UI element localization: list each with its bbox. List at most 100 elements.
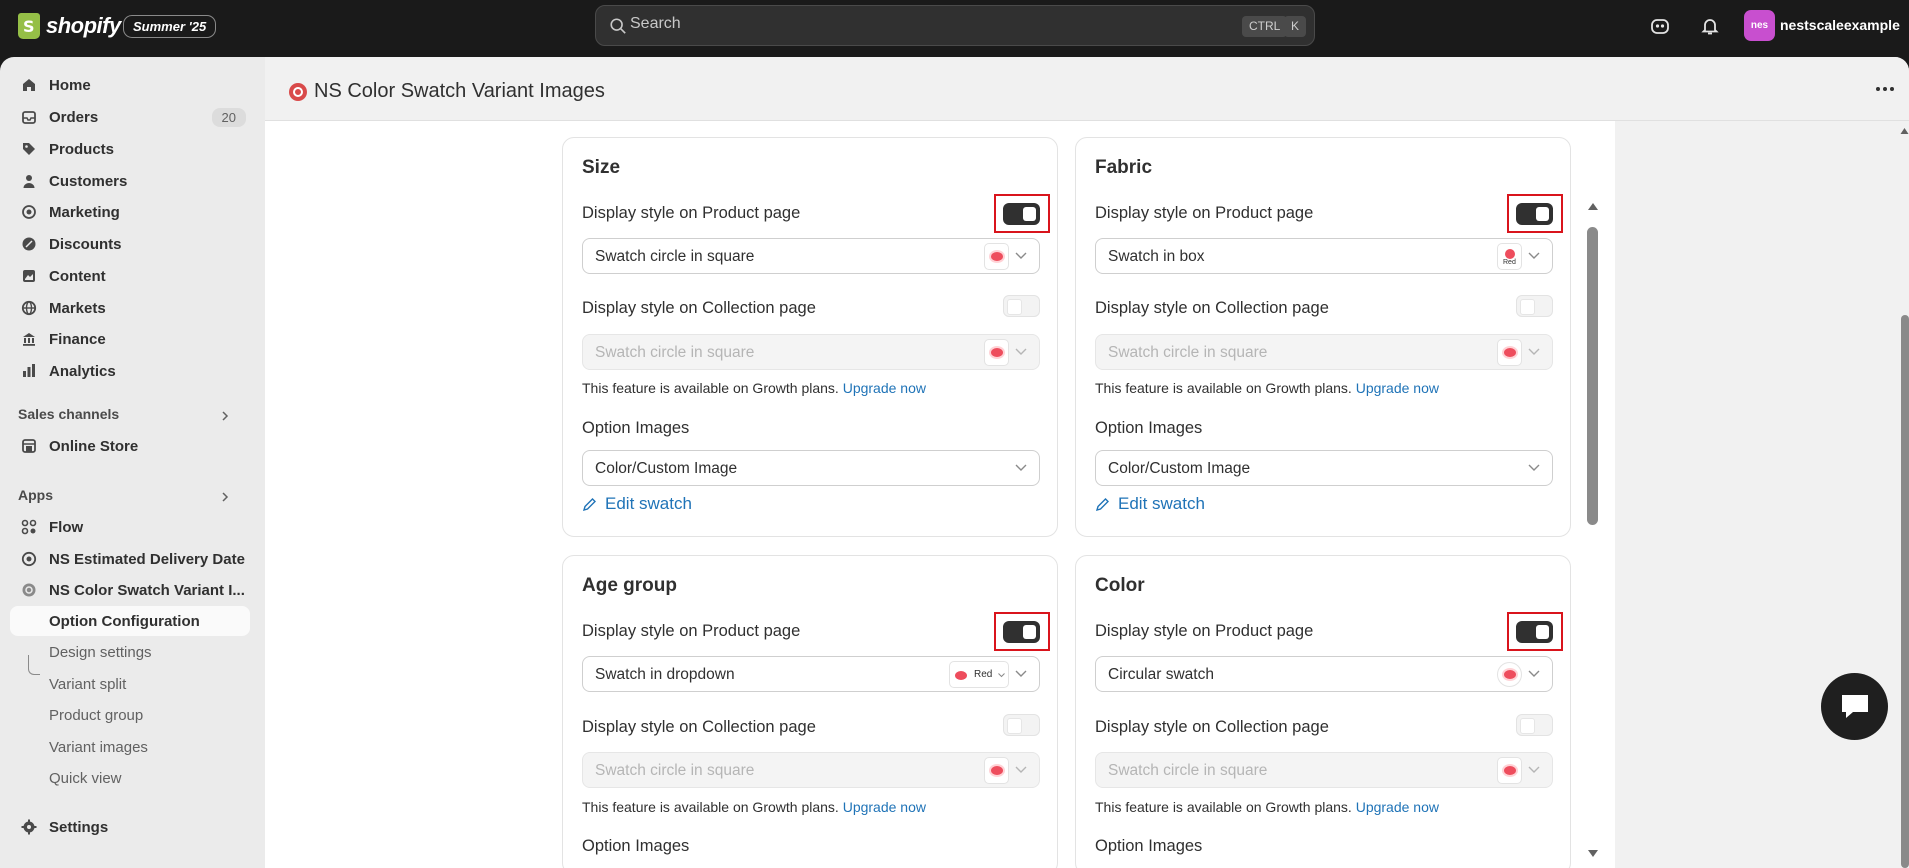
- chevron-right-icon[interactable]: [220, 411, 230, 421]
- pencil-icon: [582, 497, 596, 511]
- scroll-up-arrow-icon[interactable]: [1587, 201, 1599, 211]
- sidebar-item-label: NS Color Swatch Variant I...: [49, 581, 245, 599]
- app-icon: [22, 583, 36, 597]
- product-style-select[interactable]: Swatch in dropdown Red: [582, 656, 1040, 692]
- collection-page-toggle[interactable]: [1516, 295, 1553, 317]
- bell-icon[interactable]: [1699, 15, 1721, 37]
- sidebar-item-label: Home: [49, 76, 91, 94]
- sidebar-item-flow[interactable]: Flow: [10, 512, 250, 542]
- upgrade-link[interactable]: Upgrade now: [1356, 380, 1439, 396]
- edit-swatch-link[interactable]: Edit swatch: [1095, 494, 1205, 514]
- upgrade-link[interactable]: Upgrade now: [1356, 799, 1439, 815]
- subnav-option-configuration[interactable]: Option Configuration: [10, 606, 250, 636]
- swatch-preview: [1497, 757, 1522, 784]
- swatch-color-dot: [991, 252, 1003, 261]
- sidebar-item-content[interactable]: Content: [10, 261, 250, 291]
- swatch-color-dot: [1505, 249, 1515, 259]
- store-name[interactable]: nestscaleexample: [1780, 17, 1900, 33]
- growth-plan-note: This feature is available on Growth plan…: [582, 799, 926, 815]
- product-page-label: Display style on Product page: [1095, 622, 1314, 640]
- sidebar-item-label: Markets: [49, 299, 106, 317]
- subnav-variant-split[interactable]: Variant split: [10, 669, 250, 699]
- collection-page-label: Display style on Collection page: [1095, 718, 1329, 736]
- subnav-design-settings[interactable]: Design settings: [10, 637, 250, 667]
- page-title: NS Color Swatch Variant Images: [314, 80, 605, 102]
- option-images-label: Option Images: [582, 419, 690, 437]
- chevron-down-icon: [1528, 348, 1540, 355]
- page-header: NS Color Swatch Variant Images: [265, 57, 1909, 121]
- store-icon: [22, 439, 36, 453]
- upgrade-link[interactable]: Upgrade now: [843, 799, 926, 815]
- sidebar-item-orders[interactable]: Orders 20: [10, 102, 250, 132]
- sidebar-item-label: Flow: [49, 518, 84, 536]
- subnav-product-group[interactable]: Product group: [10, 700, 250, 730]
- sidebar-item-label: Products: [49, 140, 115, 158]
- avatar[interactable]: nes: [1744, 10, 1775, 41]
- sidebar-item-markets[interactable]: Markets: [10, 293, 250, 323]
- chevron-down-icon: [1015, 464, 1027, 471]
- collection-page-label: Display style on Collection page: [582, 718, 816, 736]
- sidebar-item-label: Discounts: [49, 235, 122, 253]
- product-style-select[interactable]: Circular swatch: [1095, 656, 1553, 692]
- page-scrollbar-thumb[interactable]: [1901, 315, 1909, 868]
- scroll-down-arrow-icon[interactable]: [1587, 849, 1599, 859]
- product-style-select[interactable]: Swatch circle in square: [582, 238, 1040, 274]
- select-value: Color/Custom Image: [595, 460, 738, 477]
- sidebar-item-marketing[interactable]: Marketing: [10, 197, 250, 227]
- sidebar-item-online-store[interactable]: Online Store: [10, 431, 250, 461]
- subnav-label: Variant split: [49, 675, 127, 693]
- subnav-label: Quick view: [49, 769, 122, 787]
- sales-channels-title[interactable]: Sales channels: [18, 406, 119, 422]
- sidebar-item-finance[interactable]: Finance: [10, 324, 250, 354]
- chart-icon: [23, 364, 35, 377]
- more-options-icon[interactable]: [1873, 79, 1897, 99]
- product-page-label: Display style on Product page: [1095, 204, 1314, 222]
- upgrade-link[interactable]: Upgrade now: [843, 380, 926, 396]
- swatch-preview: Red: [1497, 243, 1522, 270]
- collection-page-toggle[interactable]: [1003, 295, 1040, 317]
- sidebar-item-products[interactable]: Products: [10, 134, 250, 164]
- kbd-k: K: [1284, 16, 1307, 37]
- content-scrollbar-thumb[interactable]: [1587, 227, 1598, 525]
- chat-button[interactable]: [1821, 673, 1888, 740]
- product-style-select[interactable]: Swatch in box Red: [1095, 238, 1553, 274]
- sidebar-item-ns-delivery[interactable]: NS Estimated Delivery Date: [10, 544, 250, 574]
- select-value: Circular swatch: [1108, 666, 1214, 683]
- sidebar-item-analytics[interactable]: Analytics: [10, 356, 250, 386]
- subnav-variant-images[interactable]: Variant images: [10, 732, 250, 762]
- option-images-select[interactable]: Color/Custom Image: [582, 450, 1040, 486]
- highlight-box: [994, 612, 1050, 651]
- collection-style-select: Swatch circle in square: [1095, 752, 1553, 788]
- swatch-color-dot: [1504, 670, 1516, 679]
- person-icon: [23, 175, 35, 188]
- edition-badge[interactable]: Summer '25: [123, 15, 217, 38]
- sidebar-item-label: Marketing: [49, 203, 120, 221]
- subnav-label: Design settings: [49, 643, 152, 661]
- sidebar-item-home[interactable]: Home: [10, 70, 250, 100]
- sidebar-item-customers[interactable]: Customers: [10, 166, 250, 196]
- orders-icon: [22, 111, 36, 124]
- sidekick-icon[interactable]: [1649, 15, 1671, 37]
- page-scroll-up-arrow-icon[interactable]: [1900, 127, 1909, 135]
- swatch-dropdown-preview: Red: [949, 661, 1009, 688]
- option-card-fabric: Fabric Display style on Product page Swa…: [1075, 137, 1571, 537]
- collection-style-select: Swatch circle in square: [1095, 334, 1553, 370]
- search-bar[interactable]: CTRL K: [595, 5, 1315, 46]
- option-images-select[interactable]: Color/Custom Image: [1095, 450, 1553, 486]
- collection-style-select: Swatch circle in square: [582, 752, 1040, 788]
- swatch-color-dot: [991, 348, 1003, 357]
- sidebar-item-ns-color-swatch[interactable]: NS Color Swatch Variant I...: [10, 575, 250, 605]
- shopify-logo[interactable]: shopify: [18, 13, 121, 39]
- search-input[interactable]: [630, 15, 1190, 33]
- sidebar-item-settings[interactable]: Settings: [10, 812, 250, 842]
- sidebar-item-discounts[interactable]: Discounts: [10, 229, 250, 259]
- option-images-label: Option Images: [582, 837, 690, 855]
- edit-swatch-link[interactable]: Edit swatch: [582, 494, 692, 514]
- subnav-quick-view[interactable]: Quick view: [10, 763, 250, 793]
- collection-page-toggle[interactable]: [1003, 714, 1040, 736]
- top-bar: shopify Summer '25 CTRL K nes nestscalee…: [0, 0, 1909, 57]
- chevron-right-icon[interactable]: [220, 492, 230, 502]
- collection-page-toggle[interactable]: [1516, 714, 1553, 736]
- apps-title[interactable]: Apps: [18, 487, 53, 503]
- growth-plan-note: This feature is available on Growth plan…: [1095, 799, 1439, 815]
